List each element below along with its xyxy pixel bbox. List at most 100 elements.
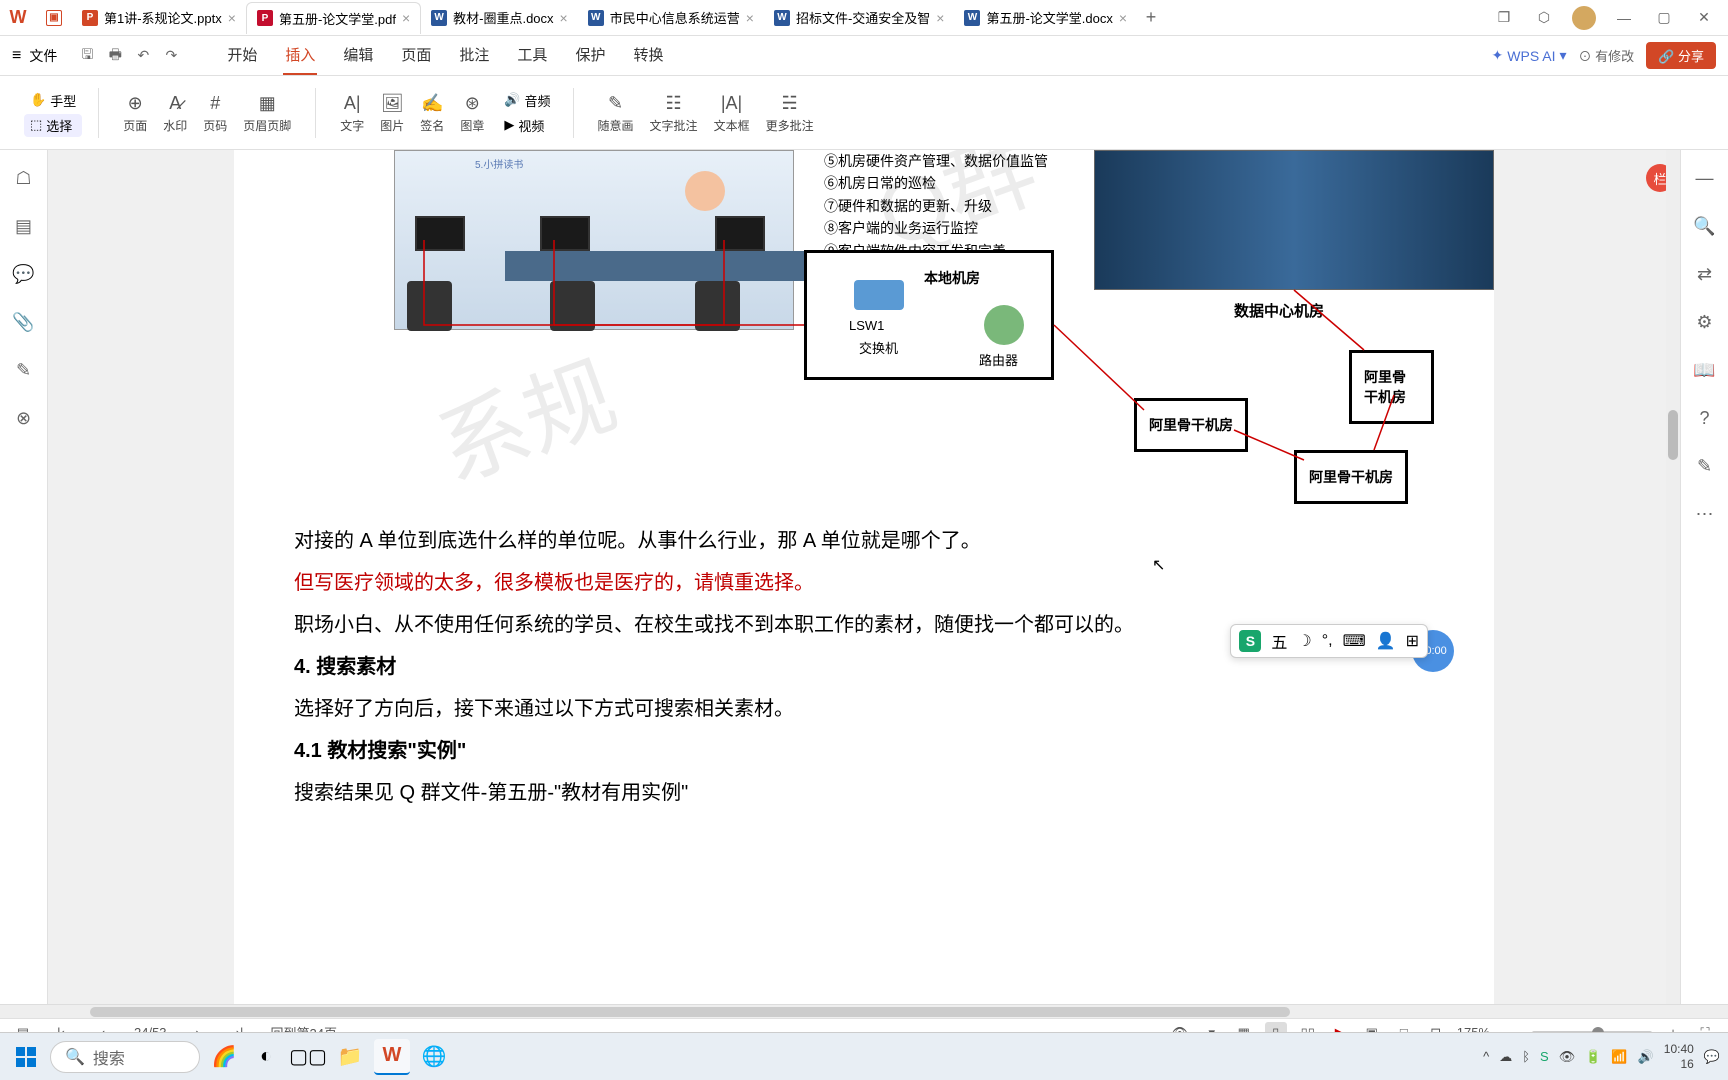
tab-doc3[interactable]: W招标文件-交通安全及智× bbox=[764, 2, 955, 34]
tab-doc4[interactable]: W第五册-论文学堂.docx× bbox=[954, 2, 1137, 34]
chrome-icon[interactable]: 🌐 bbox=[416, 1039, 452, 1075]
wps-taskbar-icon[interactable]: W bbox=[374, 1039, 410, 1075]
cube-icon[interactable]: ⬡ bbox=[1532, 6, 1556, 30]
save-icon[interactable]: 🖫 bbox=[77, 46, 97, 66]
taskbar-clock[interactable]: 10:40 16 bbox=[1664, 1042, 1694, 1071]
thumbnail-icon[interactable]: ▤ bbox=[12, 214, 36, 238]
wps-ai-button[interactable]: ✦ WPS AI ▾ bbox=[1492, 47, 1567, 64]
read-icon[interactable]: 📖 bbox=[1693, 358, 1717, 382]
scrollbar-thumb[interactable] bbox=[90, 1007, 1290, 1017]
menu-tab-start[interactable]: 开始 bbox=[225, 36, 259, 75]
edit-icon[interactable]: ✎ bbox=[1693, 454, 1717, 478]
onedrive-icon[interactable]: ☁ bbox=[1499, 1049, 1512, 1065]
menu-tab-annotate[interactable]: 批注 bbox=[457, 36, 491, 75]
ime-logo-icon[interactable]: S bbox=[1239, 630, 1261, 652]
hamburger-icon[interactable]: ≡ bbox=[12, 47, 21, 65]
moon-icon[interactable]: ☽ bbox=[1297, 631, 1311, 651]
menu-tab-protect[interactable]: 保护 bbox=[573, 36, 607, 75]
minimize-button[interactable]: — bbox=[1612, 6, 1636, 30]
ime-mode[interactable]: 五 bbox=[1271, 629, 1287, 653]
volume-icon[interactable]: 🔊 bbox=[1638, 1049, 1654, 1065]
textbatch-button[interactable]: ☷文字批注 bbox=[642, 87, 706, 138]
modify-status[interactable]: ⊙ 有修改 bbox=[1579, 46, 1635, 65]
weather-widget[interactable]: 🌈 bbox=[206, 1039, 242, 1075]
watermark-button[interactable]: A̷水印 bbox=[155, 87, 195, 138]
menu-tab-convert[interactable]: 转换 bbox=[631, 36, 665, 75]
header-button[interactable]: ▦页眉页脚 bbox=[235, 87, 299, 138]
tab-doc2[interactable]: W市民中心信息系统运营× bbox=[578, 2, 764, 34]
menu-tab-tools[interactable]: 工具 bbox=[515, 36, 549, 75]
pageno-button[interactable]: #页码 bbox=[195, 87, 235, 138]
maximize-button[interactable]: ▢ bbox=[1652, 6, 1676, 30]
wps-logo[interactable]: W bbox=[0, 0, 36, 36]
stamp-button[interactable]: ⊛图章 bbox=[452, 87, 492, 138]
audio-button[interactable]: 🔊音频 bbox=[498, 89, 556, 112]
close-icon[interactable]: × bbox=[402, 10, 410, 26]
textbox-button[interactable]: |A|文本框 bbox=[706, 87, 758, 138]
search-icon[interactable]: 🔍 bbox=[1693, 214, 1717, 238]
collapse-icon[interactable]: — bbox=[1693, 166, 1717, 190]
battery-icon[interactable]: 🔋 bbox=[1585, 1049, 1601, 1065]
close-button[interactable]: ✕ bbox=[1692, 6, 1716, 30]
menu-left: ≡ 文件 🖫 🖶 ↶ ↷ bbox=[12, 46, 181, 66]
hand-tool[interactable]: ✋手型 bbox=[24, 89, 82, 112]
bluetooth-icon[interactable]: ᛒ bbox=[1522, 1049, 1530, 1064]
taskbar-search[interactable]: 🔍搜索 bbox=[50, 1041, 200, 1073]
redo-icon[interactable]: ↷ bbox=[161, 46, 181, 66]
notifications-icon[interactable]: 💬 bbox=[1704, 1049, 1720, 1065]
edit-icon[interactable]: ✎ bbox=[12, 358, 36, 382]
explorer-icon[interactable]: 📁 bbox=[332, 1039, 368, 1075]
vertical-scrollbar[interactable] bbox=[1666, 150, 1680, 1004]
close-icon[interactable]: × bbox=[560, 10, 568, 26]
select-tool[interactable]: ⬚选择 bbox=[24, 114, 82, 137]
ime-toolbar[interactable]: S 五 ☽ °, ⌨ 👤 ⊞ bbox=[1230, 624, 1428, 658]
keyboard-icon[interactable]: ⌨ bbox=[1343, 631, 1366, 651]
copilot-icon[interactable]: ◐ bbox=[248, 1039, 284, 1075]
image-button[interactable]: 🖼图片 bbox=[372, 87, 412, 138]
tab-home[interactable]: ▣ bbox=[36, 2, 72, 34]
freehand-button[interactable]: ✎随意画 bbox=[590, 87, 642, 138]
menu-tab-edit[interactable]: 编辑 bbox=[341, 36, 375, 75]
eye-care-icon[interactable]: 👁 bbox=[1559, 1049, 1576, 1065]
close-icon[interactable]: × bbox=[936, 10, 944, 26]
ime-tray-icon[interactable]: S bbox=[1540, 1049, 1549, 1064]
document-viewport[interactable]: 系规 Q群 5.小拼读书 ⑤机房硬件资产管理、数据价值监管 ⑥机房日常的巡检 bbox=[48, 150, 1680, 1004]
layers-icon[interactable]: ⊗ bbox=[12, 406, 36, 430]
convert-icon[interactable]: ⇄ bbox=[1693, 262, 1717, 286]
undo-icon[interactable]: ↶ bbox=[133, 46, 153, 66]
tray-chevron-icon[interactable]: ^ bbox=[1483, 1049, 1489, 1064]
start-button[interactable] bbox=[8, 1039, 44, 1075]
grid-icon[interactable]: ⊞ bbox=[1406, 631, 1419, 651]
attachment-icon[interactable]: 📎 bbox=[12, 310, 36, 334]
more-button[interactable]: ☵更多批注 bbox=[758, 87, 822, 138]
help-icon[interactable]: ? bbox=[1693, 406, 1717, 430]
punct-icon[interactable]: °, bbox=[1322, 632, 1333, 650]
menu-tab-page[interactable]: 页面 bbox=[399, 36, 433, 75]
print-icon[interactable]: 🖶 bbox=[105, 46, 125, 66]
tab-ppt[interactable]: P第1讲-系规论文.pptx× bbox=[72, 2, 246, 34]
taskview-icon[interactable]: ▢▢ bbox=[290, 1039, 326, 1075]
menu-tab-insert[interactable]: 插入 bbox=[283, 36, 317, 75]
user-icon[interactable]: 👤 bbox=[1376, 631, 1396, 651]
text-button[interactable]: A|文字 bbox=[332, 87, 372, 138]
page-button[interactable]: ⊕页面 bbox=[115, 87, 155, 138]
wifi-icon[interactable]: 📶 bbox=[1611, 1049, 1627, 1065]
close-icon[interactable]: × bbox=[746, 10, 754, 26]
close-icon[interactable]: × bbox=[1119, 10, 1127, 26]
share-button[interactable]: 🔗 分享 bbox=[1646, 42, 1716, 69]
horizontal-scrollbar[interactable] bbox=[0, 1004, 1728, 1018]
video-button[interactable]: ▶视频 bbox=[498, 114, 556, 137]
sign-button[interactable]: ✍签名 bbox=[412, 87, 452, 138]
tab-pdf-active[interactable]: P第五册-论文学堂.pdf× bbox=[246, 2, 421, 34]
scrollbar-thumb[interactable] bbox=[1668, 410, 1678, 460]
close-icon[interactable]: × bbox=[228, 10, 236, 26]
bookmark-icon[interactable]: ☖ bbox=[12, 166, 36, 190]
settings-icon[interactable]: ⚙ bbox=[1693, 310, 1717, 334]
restore-icon[interactable]: ❐ bbox=[1492, 6, 1516, 30]
user-avatar[interactable] bbox=[1572, 6, 1596, 30]
add-tab-button[interactable]: + bbox=[1137, 7, 1165, 28]
tab-doc1[interactable]: W教材-圈重点.docx× bbox=[421, 2, 578, 34]
file-menu[interactable]: 文件 bbox=[29, 46, 57, 66]
comment-icon[interactable]: 💬 bbox=[12, 262, 36, 286]
more-icon[interactable]: ⋯ bbox=[1693, 502, 1717, 526]
